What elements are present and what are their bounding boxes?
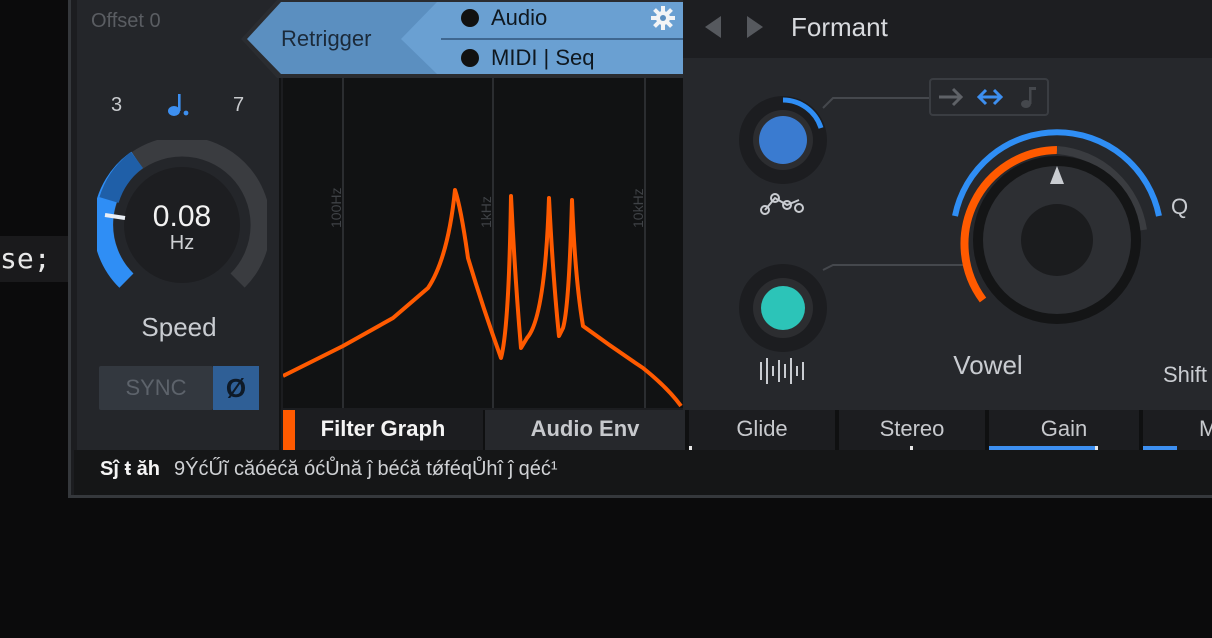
sync-button[interactable]: SYNC <box>99 366 213 410</box>
phase-button[interactable]: Ø <box>213 366 259 410</box>
retrigger-header: Retrigger Audio MIDI | Seq <box>241 0 683 78</box>
gear-icon[interactable] <box>651 6 675 30</box>
freq-label-100hz: 100Hz <box>328 188 344 228</box>
shift-label: Shift <box>1163 362 1208 387</box>
tab-gain[interactable]: Gain <box>989 410 1139 450</box>
tab-label: Stereo <box>879 416 945 441</box>
division-left[interactable]: 3 <box>111 94 122 117</box>
dotted-quarter-note-icon[interactable] <box>165 92 191 118</box>
tab-glide[interactable]: Glide <box>689 410 835 450</box>
vowel-knob[interactable] <box>952 129 1162 324</box>
formant-mode-selector <box>929 78 1049 116</box>
option-label: Audio <box>491 5 548 30</box>
retrigger-option-audio[interactable]: Audio <box>461 3 547 33</box>
status-bar: Sĵ ŧ ăh 9ÝćŰĩ căóéćă óćŮnă ĵ béćă tǿféqŮ… <box>74 450 1212 495</box>
speed-unit: Hz <box>169 232 195 254</box>
option-label: MIDI | Seq <box>491 45 595 70</box>
tab-filter-graph[interactable]: Filter Graph <box>283 410 483 450</box>
curve-nodes-icon <box>760 193 804 215</box>
tab-audio-env[interactable]: Audio Env <box>485 410 685 450</box>
editor-code-fragment: se; <box>0 236 68 282</box>
retrigger-option-midi[interactable]: MIDI | Seq <box>461 43 595 73</box>
filter-graph-canvas: 100Hz 1kHz 10kHz <box>283 78 683 408</box>
retrigger-label[interactable]: Retrigger <box>281 26 371 52</box>
formant-panel: Formant Vowel Q Shift <box>683 0 1212 410</box>
status-message: 9ÝćŰĩ căóéćă óćŮnă ĵ béćă tǿféqŮhî ĵ qéć… <box>174 458 558 480</box>
tab-label: Glide <box>736 416 788 441</box>
filter-graph[interactable]: 100Hz 1kHz 10kHz <box>283 78 683 408</box>
freq-label-1khz: 1kHz <box>478 196 494 228</box>
radio-dot-icon <box>461 49 479 67</box>
arrow-left-right-icon[interactable] <box>975 86 1005 108</box>
tab-label: Audio Env <box>530 416 640 441</box>
status-key: Sĵ ŧ ăh <box>100 458 161 480</box>
formant-teal-knob[interactable] <box>739 264 827 352</box>
tab-label: Gain <box>1040 416 1088 441</box>
q-label: Q <box>1171 194 1189 219</box>
freq-label-10khz: 10kHz <box>630 188 646 228</box>
tab-m[interactable]: M <box>1143 410 1212 450</box>
note-icon[interactable] <box>1019 84 1039 110</box>
tab-label: Filter Graph <box>320 416 446 441</box>
module-tab-bar: Filter Graph Audio Env Glide Stereo Gain… <box>283 410 1212 450</box>
formant-blue-knob[interactable] <box>739 96 827 184</box>
radio-dot-icon <box>461 9 479 27</box>
vowel-label: Vowel <box>953 350 1023 380</box>
waveform-icon <box>760 358 804 384</box>
speed-value: 0.08 <box>152 200 212 233</box>
formant-controls <box>739 96 1162 384</box>
tab-stereo[interactable]: Stereo <box>839 410 985 450</box>
active-tab-marker <box>283 410 295 450</box>
arrow-right-icon[interactable] <box>937 86 965 108</box>
speed-label: Speed <box>141 312 217 342</box>
offset-label[interactable]: Offset 0 <box>91 10 161 33</box>
formant-filter-plugin: Offset 0 3 7 0.08 Hz Speed SYNC Ø Retrig… <box>68 0 1212 498</box>
tab-label: M <box>1199 410 1212 448</box>
division-right[interactable]: 7 <box>233 94 244 117</box>
